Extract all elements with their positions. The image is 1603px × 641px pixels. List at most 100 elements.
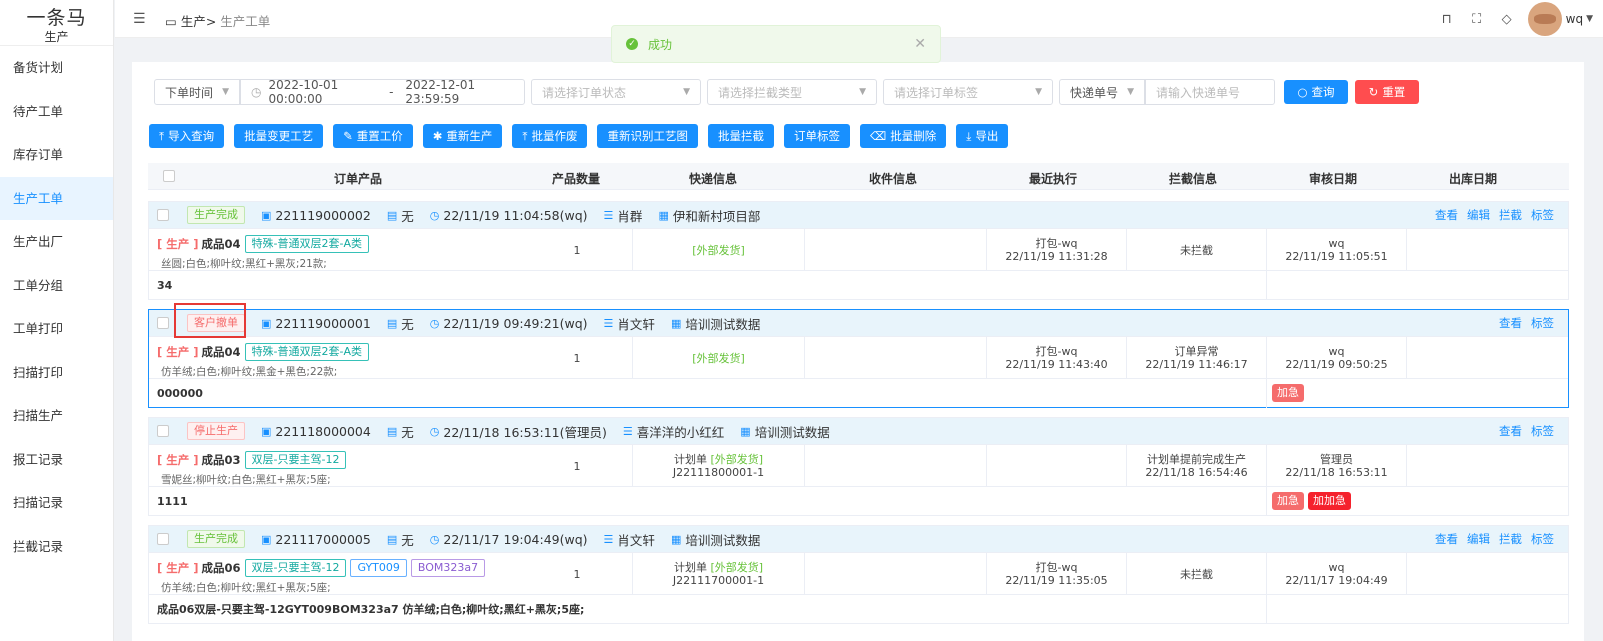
order-checkbox[interactable] [157,209,169,221]
column-header: 快递信息 [688,172,737,186]
order-number-icon: ▣ [261,208,272,222]
order-number-icon: ▣ [261,316,272,330]
view-link[interactable]: 查看 [1499,315,1522,331]
export-button[interactable]: ⤓ 导出 [956,124,1009,148]
date-range-picker[interactable]: ◷ 2022-10-01 00:00:00 - 2022-12-01 23:59… [240,78,525,106]
export-label: 导出 [975,129,999,143]
product-tag: 双层-只要主驾-12 [244,559,347,577]
tag-link[interactable]: 标签 [1531,423,1554,439]
order-checkbox[interactable] [157,317,169,329]
product-tag: 特殊-普通双层2套-A类 [244,343,370,361]
query-button[interactable]: ○ 查询 [1284,80,1348,104]
auditor: wq [1328,237,1345,250]
reset-button[interactable]: ↻ 重置 [1355,80,1419,104]
view-link[interactable]: 查看 [1435,531,1458,547]
view-link[interactable]: 查看 [1435,207,1458,223]
sidebar-item-pending-orders[interactable]: 待产工单 [0,90,113,134]
order-product: [ 生产 ] 成品04 特殊-普通双层2套-A类 丝圆;白色;柳叶纹;黑红+黑灰;2… [157,235,370,271]
flag-icon: ▤ [386,424,398,438]
breadcrumb-root[interactable]: 生产 [181,14,206,29]
order-time: 22/11/17 19:04:49(wq) [443,531,588,547]
express-number-input[interactable]: 请输入快递单号 [1145,79,1275,105]
remark-text: 34 [157,278,173,292]
tag-link[interactable]: 标签 [1531,207,1554,223]
search-icon: ○ [1297,85,1308,99]
user-icon: ☰ [603,208,614,222]
product-state: [ 生产 ] [157,561,199,575]
reset-price-button[interactable]: ✎ 重置工价 [333,124,413,148]
intercept-link[interactable]: 拦截 [1499,531,1522,547]
intercept-link[interactable]: 拦截 [1499,207,1522,223]
order-tag-button[interactable]: 订单标签 [783,124,850,148]
order-time: 22/11/19 11:04:58(wq) [443,207,588,223]
order-checkbox[interactable] [157,425,169,437]
sidebar-item-intercept-records[interactable]: 拦截记录 [0,525,113,569]
chevron-down-icon: ▼ [859,87,866,97]
reproduce-button[interactable]: ✱ 重新生产 [422,124,503,148]
sidebar-item-scan-production[interactable]: 扫描生产 [0,394,113,438]
urgent-badge[interactable]: 加急 [1272,384,1304,402]
urgent-badge[interactable]: 加急 [1272,492,1304,510]
chevron-down-icon[interactable]: ▼ [1586,14,1593,24]
column-header: 订单产品 [333,172,382,186]
menu-fold-icon[interactable]: ☰ [133,11,146,27]
order-tag-select[interactable]: 请选择订单标签 ▼ [883,79,1053,105]
audit-date: wq 22/11/17 19:04:49 [1266,553,1406,595]
product-name: 成品04 [201,345,241,359]
edit-link[interactable]: 编辑 [1467,207,1490,223]
batch-void-button[interactable]: ⤒ 批量作废 [512,124,588,148]
extra-urgent-badge[interactable]: 加加急 [1308,492,1351,510]
clear-cache-icon[interactable]: ◇ [1492,12,1522,27]
audit-date: 管理员 22/11/18 16:53:11 [1266,445,1406,487]
order-status-select[interactable]: 请选择订单状态 ▼ [531,79,701,105]
username[interactable]: wq [1566,12,1583,26]
external-shipping: [外部发货] [710,453,764,466]
re-recognize-button[interactable]: 重新识别工艺图 [597,124,698,148]
product-name: 成品06 [201,561,241,575]
express-type-select[interactable]: 快递单号 ▼ [1059,79,1145,105]
remark-text: 000000 [157,386,203,400]
recipient-info [804,445,986,487]
view-link[interactable]: 查看 [1499,423,1522,439]
breadcrumb-separator: > [205,14,217,29]
success-toast: ✓ 成功 ✕ [611,25,941,63]
order-remark: 34 [149,270,1568,300]
sidebar-item-stock-plan[interactable]: 备货计划 [0,46,113,90]
avatar[interactable] [1527,2,1562,36]
batch-change-process-button[interactable]: 批量变更工艺 [234,124,324,148]
sidebar-item-production-orders[interactable]: 生产工单 [0,176,113,220]
recent-exec: 打包-wq 22/11/19 11:31:28 [986,229,1126,271]
sidebar-item-work-reports[interactable]: 报工记录 [0,438,113,482]
project-name: 培训测试数据 [685,532,761,548]
box-icon: ▭ [165,14,177,29]
sidebar-item-order-groups[interactable]: 工单分组 [0,264,113,308]
intercept-status: 未拦截 [1180,567,1213,581]
sidebar-item-scan-records[interactable]: 扫描记录 [0,481,113,525]
sidebar-item-inventory-orders[interactable]: 库存订单 [0,133,113,177]
import-query-button[interactable]: ⤒ 导入查询 [149,124,225,148]
order-checkbox[interactable] [157,533,169,545]
filter-bar: 下单时间 ▼ ◷ 2022-10-01 00:00:00 - 2022-12-01… [154,78,1429,106]
sidebar-item-order-print[interactable]: 工单打印 [0,307,113,351]
batch-intercept-button[interactable]: 批量拦截 [707,124,774,148]
order-row: [ 生产 ] 成品06 双层-只要主驾-12 GYT009 BOM323a7 仿羊绒;白… [149,552,1568,595]
intercept-type-select[interactable]: 请选择拦截类型 ▼ [707,79,877,105]
order-row: [ 生产 ] 成品04 特殊-普通双层2套-A类 丝圆;白色;柳叶纹;黑红+黑灰;2… [149,228,1568,271]
tag-link[interactable]: 标签 [1531,315,1554,331]
express-info: [外部发货] [632,337,804,379]
fullscreen-icon[interactable]: ⛶ [1462,12,1492,27]
sidebar-item-scan-print[interactable]: 扫描打印 [0,351,113,395]
product-tag: BOM323a7 [410,559,486,577]
recent-exec [986,445,1126,487]
order-card: 客户撤单 ▣ 221119000001 ▤ 无 ◷ 22/11/19 09:49:21… [148,309,1569,408]
edit-link[interactable]: 编辑 [1467,531,1490,547]
tag-link[interactable]: 标签 [1531,531,1554,547]
close-icon[interactable]: ✕ [914,36,926,52]
customer-name: 喜洋洋的小红红 [636,424,725,440]
sidebar-item-production-shipping[interactable]: 生产出厂 [0,220,113,264]
lock-icon[interactable]: ⊓ [1432,12,1462,27]
time-type-select[interactable]: 下单时间 ▼ [154,79,240,105]
table-header: 订单产品 产品数量 快递信息 收件信息 最近执行 拦截信息 审核日期 出库日期 [148,163,1569,190]
select-all-checkbox[interactable] [163,170,175,182]
batch-delete-button[interactable]: ⌫ 批量删除 [859,124,947,148]
